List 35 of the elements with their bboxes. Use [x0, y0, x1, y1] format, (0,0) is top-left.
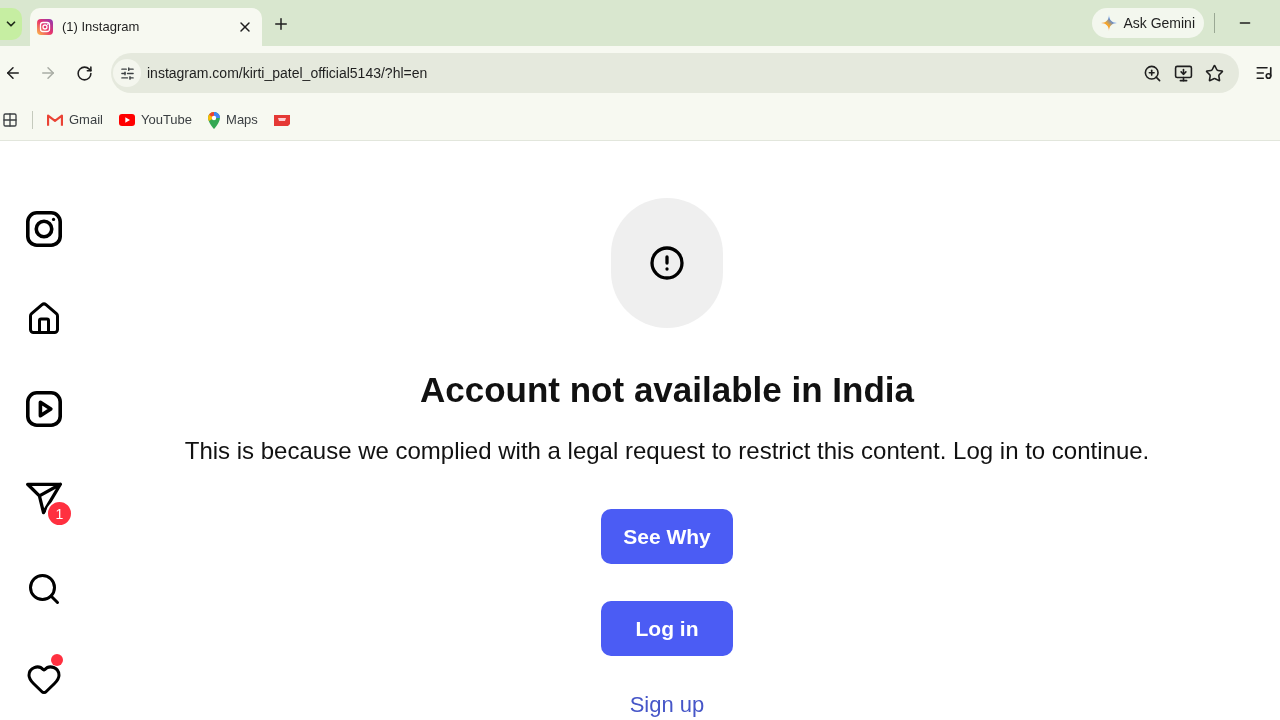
address-bar[interactable]: instagram.com/kirti_patel_official5143/?hl=en	[111, 53, 1239, 93]
browser-tab[interactable]: (1) Instagram	[30, 8, 262, 46]
tab-title: (1) Instagram	[62, 18, 140, 37]
apps-grid-icon[interactable]	[2, 112, 18, 128]
play-square-icon[interactable]	[26, 391, 62, 427]
url-text: instagram.com/kirti_patel_official5143/?hl=en	[147, 63, 428, 83]
action-button[interactable]: See Why	[601, 509, 733, 564]
reload-icon[interactable]	[76, 64, 93, 82]
envelope-m-icon	[47, 113, 63, 127]
sign-up-link[interactable]: Sign up	[629, 690, 705, 720]
bookmark-link[interactable]	[273, 114, 290, 126]
install-app-icon[interactable]	[1174, 63, 1193, 83]
camera-favicon-icon	[37, 19, 53, 35]
bookmark-link[interactable]: Maps	[208, 110, 258, 130]
action-button[interactable]: Log in	[601, 601, 733, 656]
folder-icon	[273, 114, 290, 126]
zoom-icon[interactable]	[1143, 63, 1162, 83]
bookmark-link[interactable]: Gmail	[47, 110, 103, 130]
map-pin-icon	[208, 111, 221, 129]
search-icon[interactable]	[26, 571, 62, 607]
camera-logo-icon[interactable]	[26, 211, 62, 247]
notice-message: This is because we complied with a legal request to restrict this content. Log in to continue.	[184, 436, 1150, 466]
tab-search-button[interactable]	[0, 8, 22, 40]
notice-title: Account not available in India	[420, 369, 914, 411]
bookmark-star-icon[interactable]	[1205, 63, 1224, 83]
site-info-icon[interactable]	[113, 59, 141, 87]
new-tab-icon[interactable]	[272, 15, 290, 33]
media-control-icon[interactable]	[1255, 64, 1273, 82]
paper-plane-icon[interactable]	[26, 481, 62, 517]
message-count-badge: 1	[46, 500, 73, 527]
home-icon[interactable]	[26, 301, 62, 337]
bookmark-link[interactable]: YouTube	[118, 110, 193, 130]
play-logo-icon	[118, 114, 135, 126]
ask-gemini-button[interactable]: Ask Gemini	[1092, 8, 1204, 38]
close-icon[interactable]	[237, 19, 253, 35]
